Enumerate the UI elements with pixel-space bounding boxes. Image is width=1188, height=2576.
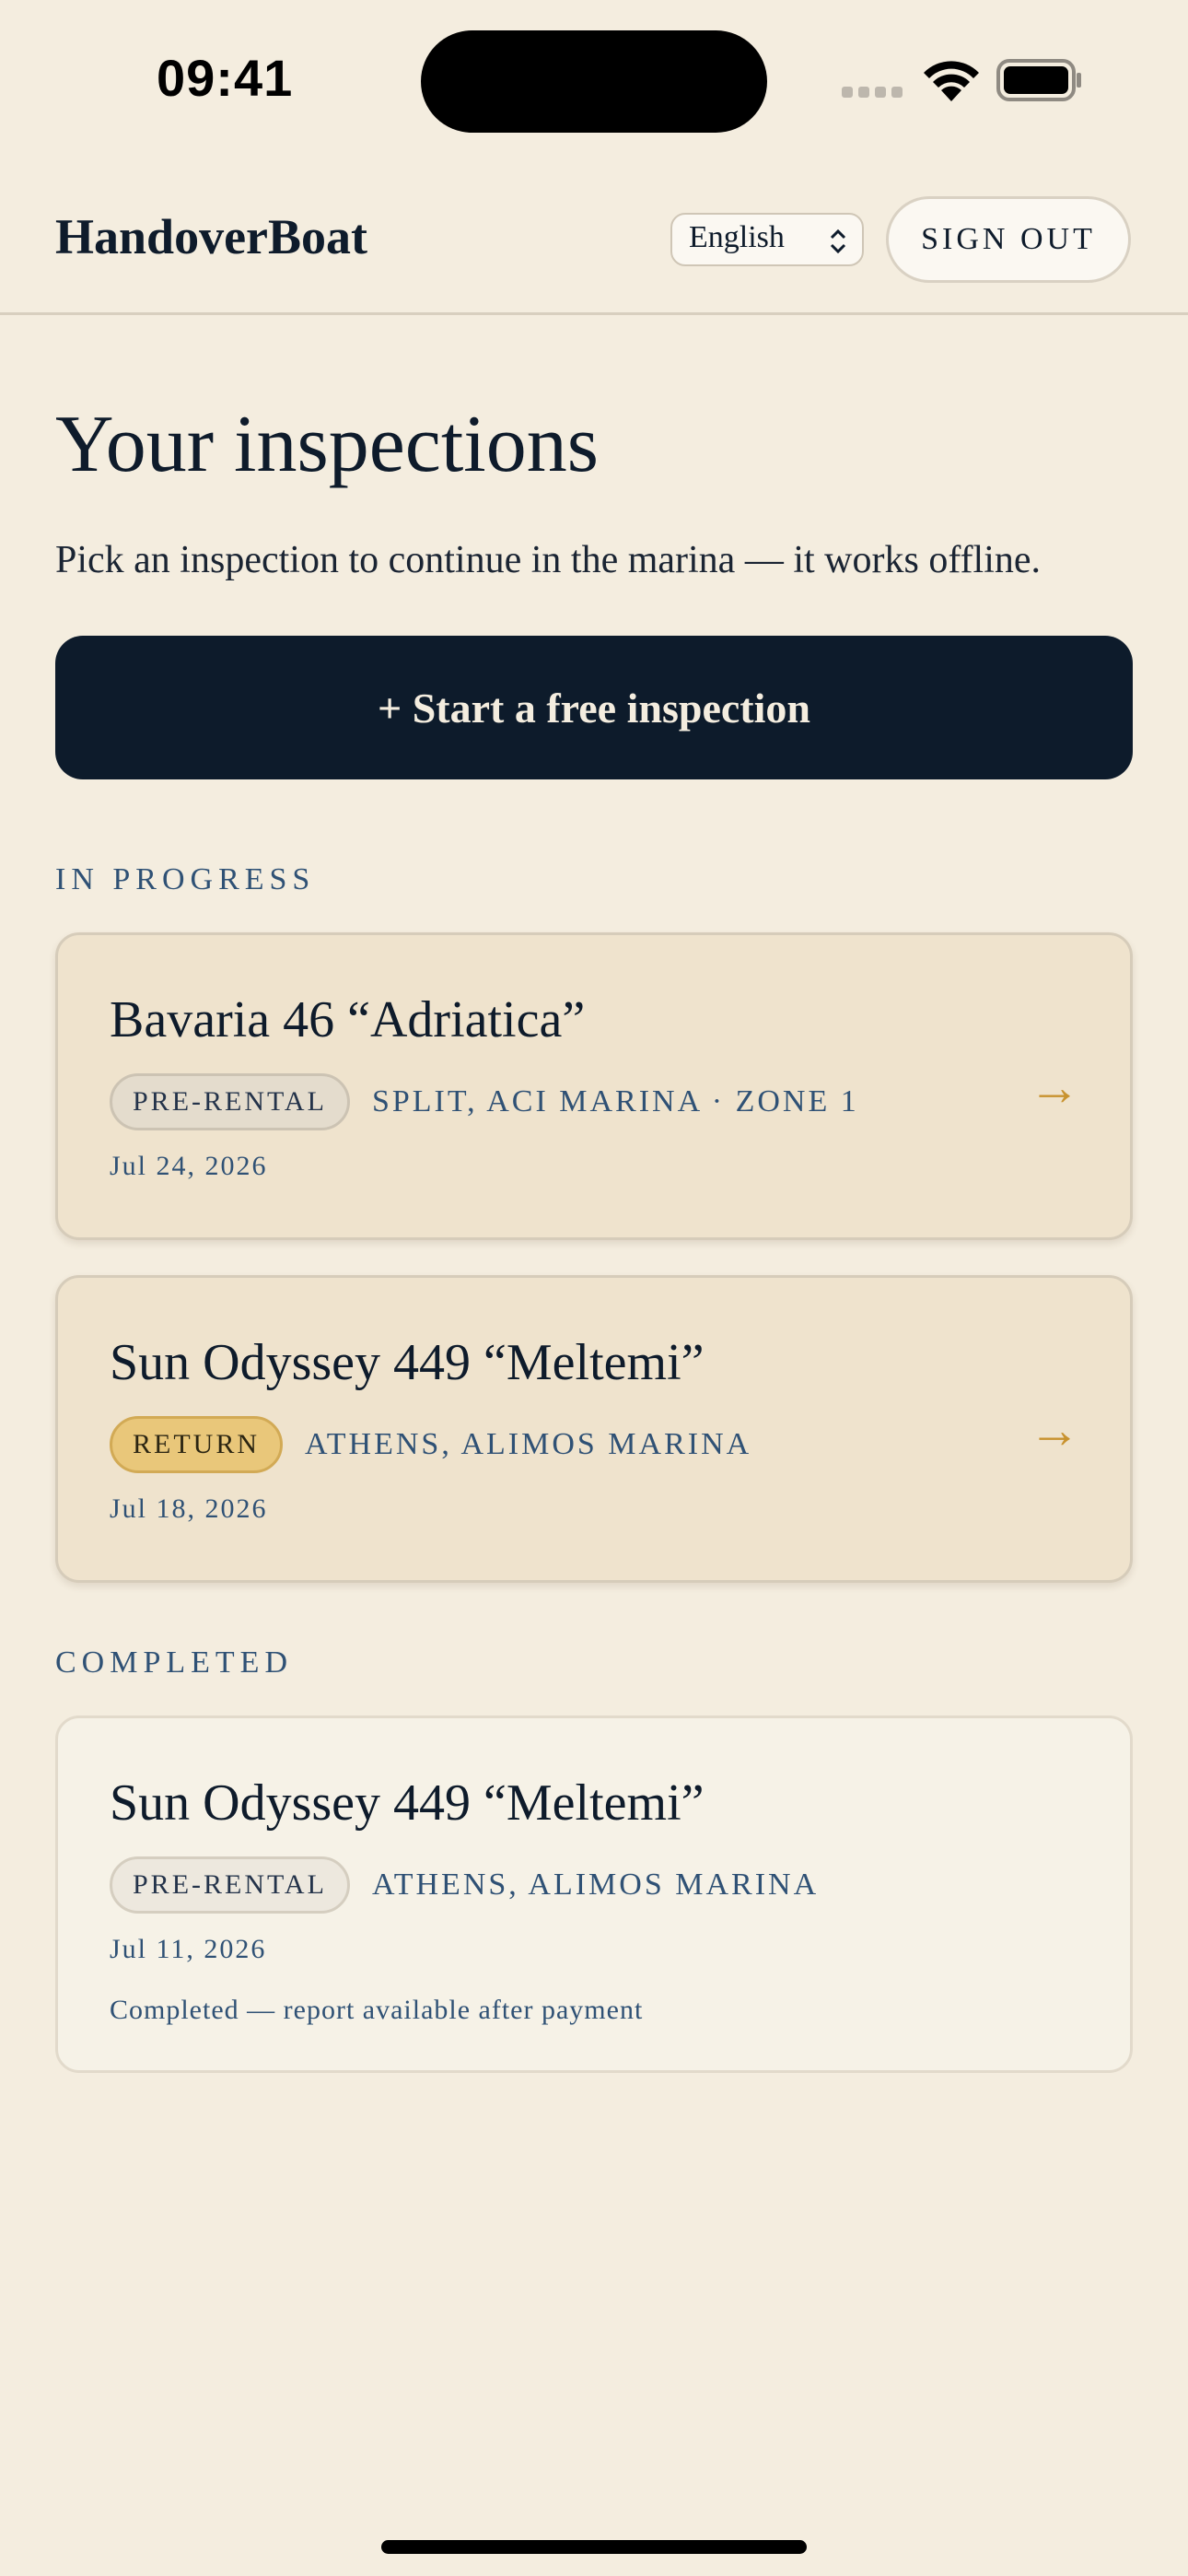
sign-out-button[interactable]: SIGN OUT [886,196,1131,283]
start-inspection-button[interactable]: + Start a free inspection [55,636,1133,779]
boat-name: Sun Odyssey 449 “Meltemi” [110,1334,705,1391]
inspection-card-completed[interactable]: Sun Odyssey 449 “Meltemi” PRE-RENTAL ATH… [55,1715,1133,2073]
app-screen: 09:41 HandoverBoat English SIGN OUT Your [0,0,1188,2576]
brand-logo[interactable]: HandoverBoat [55,208,367,265]
wifi-icon [924,61,979,101]
inspection-date: Jul 24, 2026 [110,1151,268,1181]
inspection-type-badge: PRE-RENTAL [110,1073,350,1130]
language-value: English [689,220,785,254]
inspection-date: Jul 11, 2026 [110,1934,267,1964]
location-text: SPLIT, ACI MARINA · ZONE 1 [371,1084,859,1118]
page-title: Your inspections [55,400,600,489]
battery-icon [996,59,1081,101]
boat-name: Bavaria 46 “Adriatica” [110,991,586,1048]
arrow-right-icon: → [1029,1402,1080,1459]
status-bar: 09:41 [0,0,1188,166]
inspection-type-badge: PRE-RENTAL [110,1856,350,1914]
card-meta: PRE-RENTAL ATHENS, ALIMOS MARINA [110,1856,819,1914]
cellular-signal-icon [842,87,906,98]
inspection-type-badge: RETURN [110,1416,283,1473]
language-select[interactable]: English [670,213,864,266]
completed-note: Completed — report available after payme… [110,1995,644,2025]
location-text: ATHENS, ALIMOS MARINA [305,1427,752,1461]
section-label-completed: COMPLETED [55,1645,293,1680]
section-label-in-progress: IN PROGRESS [55,862,316,896]
card-meta: PRE-RENTAL SPLIT, ACI MARINA · ZONE 1 [110,1073,859,1130]
inspection-card[interactable]: Sun Odyssey 449 “Meltemi” RETURN ATHENS,… [55,1275,1133,1583]
inspection-card[interactable]: Bavaria 46 “Adriatica” PRE-RENTAL SPLIT,… [55,932,1133,1240]
dynamic-island [421,30,767,133]
inspection-date: Jul 18, 2026 [110,1493,268,1524]
chevron-updown-icon [830,228,846,254]
arrow-right-icon: → [1029,1060,1080,1117]
home-indicator[interactable] [381,2540,807,2554]
app-header: HandoverBoat English SIGN OUT [0,184,1188,315]
page-subtitle: Pick an inspection to continue in the ma… [55,539,1042,581]
status-time: 09:41 [157,49,294,107]
boat-name: Sun Odyssey 449 “Meltemi” [110,1774,705,1832]
card-meta: RETURN ATHENS, ALIMOS MARINA [110,1416,751,1473]
location-text: ATHENS, ALIMOS MARINA [371,1868,820,1902]
